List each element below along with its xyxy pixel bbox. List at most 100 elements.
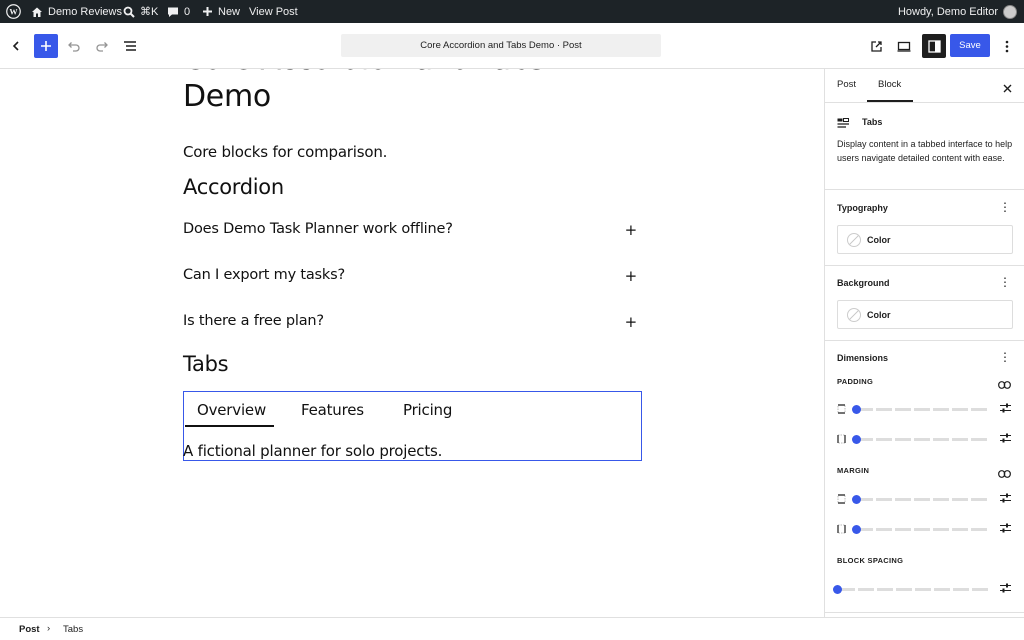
link-icon[interactable] (998, 376, 1011, 394)
block-description: Display content in a tabbed interface to… (837, 139, 1013, 163)
accordion-heading[interactable]: Accordion (183, 175, 284, 199)
tab-features[interactable]: Features (301, 401, 364, 419)
comments-link[interactable]: 0 (167, 0, 190, 23)
view-post-link[interactable]: View Post (249, 0, 298, 23)
breadcrumb: Post › Tabs (0, 617, 1024, 640)
settings-sidebar-toggle[interactable] (922, 34, 946, 58)
more-vertical-icon[interactable]: ⋮ (999, 201, 1011, 213)
active-tab-indicator (185, 425, 274, 427)
undo-button[interactable] (62, 34, 86, 58)
options-button[interactable] (995, 34, 1019, 58)
tune-icon[interactable] (1000, 583, 1011, 593)
preview-device-button[interactable] (892, 34, 916, 58)
margin-horizontal-control (837, 523, 1013, 535)
comment-icon (167, 6, 179, 18)
close-sidebar-button[interactable] (1003, 80, 1012, 98)
back-button[interactable] (4, 34, 28, 58)
margin-horizontal-slider[interactable] (852, 525, 861, 534)
new-label: New (218, 5, 241, 18)
tab-pricing[interactable]: Pricing (403, 401, 452, 419)
horizontal-sides-icon (837, 434, 846, 444)
greeting: Howdy, Demo Editor (897, 5, 998, 18)
link-icon[interactable] (998, 465, 1011, 483)
account-menu[interactable]: Howdy, Demo Editor (898, 0, 1017, 23)
color-label: Color (867, 234, 891, 245)
new-content-link[interactable]: New (202, 0, 240, 23)
view-post-label: View Post (249, 5, 298, 18)
sidebar-icon (927, 39, 941, 53)
close-icon (1003, 84, 1012, 93)
margin-vertical-control (837, 493, 1013, 505)
tab-panel-text[interactable]: A fictional planner for solo projects. (183, 442, 442, 460)
vertical-sides-icon (837, 494, 846, 504)
save-button[interactable]: Save (950, 34, 990, 57)
empty-swatch-icon (847, 232, 861, 247)
divider (825, 265, 1024, 266)
search-icon (123, 6, 135, 18)
add-block-button[interactable] (34, 34, 58, 58)
slider-track (857, 438, 990, 441)
padding-horizontal-slider[interactable] (852, 435, 861, 444)
plus-icon[interactable]: + (625, 221, 638, 239)
document-overview-button[interactable] (118, 34, 142, 58)
padding-label: PADDING (837, 377, 874, 386)
more-vertical-icon (1005, 40, 1009, 52)
redo-icon (96, 42, 108, 52)
accordion-question: Can I export my tasks? (183, 267, 345, 283)
avatar (1003, 4, 1017, 19)
back-icon (12, 41, 19, 51)
margin-label: MARGIN (837, 466, 870, 475)
document-bar[interactable]: Core Accordion and Tabs Demo · Post (341, 34, 661, 57)
background-heading: Background (837, 278, 890, 288)
accordion-item[interactable]: Can I export my tasks? + (183, 267, 642, 291)
divider (825, 340, 1024, 341)
accordion-item[interactable]: Does Demo Task Planner work offline? + (183, 221, 642, 245)
list-view-icon (124, 41, 136, 51)
block-spacing-slider[interactable] (833, 585, 842, 594)
plus-icon (41, 41, 51, 51)
tabs-block[interactable]: Overview Features Pricing A fictional pl… (183, 391, 642, 461)
settings-sidebar: Post Block Tabs Display content in a tab… (824, 69, 1024, 617)
accordion-item[interactable]: Is there a free plan? + (183, 313, 642, 337)
command-search[interactable]: ⌘K (123, 0, 158, 23)
tabs-heading[interactable]: Tabs (183, 352, 229, 376)
slider-track (839, 588, 990, 591)
intro-paragraph[interactable]: Core blocks for comparison. (183, 143, 387, 161)
divider (825, 189, 1024, 190)
breadcrumb-current[interactable]: Tabs (63, 624, 83, 635)
post-title[interactable]: Core Accordion and Tabs Demo (183, 69, 603, 115)
home-icon (31, 6, 43, 18)
plus-icon[interactable]: + (625, 267, 638, 285)
padding-horizontal-control (837, 433, 1013, 445)
tune-icon[interactable] (1000, 523, 1011, 533)
vertical-sides-icon (837, 404, 846, 414)
breadcrumb-root[interactable]: Post (19, 624, 40, 635)
tune-icon[interactable] (1000, 493, 1011, 503)
more-vertical-icon[interactable]: ⋮ (999, 276, 1011, 288)
tab-block[interactable]: Block (878, 79, 901, 90)
accordion-question: Does Demo Task Planner work offline? (183, 221, 453, 237)
plus-icon (202, 6, 213, 17)
typography-color-button[interactable]: Color (837, 225, 1013, 254)
tab-post[interactable]: Post (837, 79, 856, 90)
plus-icon[interactable]: + (625, 313, 638, 331)
tune-icon[interactable] (1000, 403, 1011, 413)
margin-vertical-slider[interactable] (852, 495, 861, 504)
slider-track (857, 528, 990, 531)
tab-overview[interactable]: Overview (197, 401, 266, 419)
document-title: Core Accordion and Tabs Demo · Post (420, 40, 582, 51)
dimensions-heading: Dimensions (837, 353, 889, 363)
tune-icon[interactable] (1000, 433, 1011, 443)
background-color-button[interactable]: Color (837, 300, 1013, 329)
redo-button[interactable] (90, 34, 114, 58)
view-post-button[interactable] (864, 34, 888, 58)
editor-toolbar: Core Accordion and Tabs Demo · Post Save (0, 23, 1024, 69)
site-name-link[interactable]: Demo Reviews (31, 0, 122, 23)
more-vertical-icon[interactable]: ⋮ (999, 351, 1011, 363)
typography-heading: Typography (837, 203, 888, 213)
site-name: Demo Reviews (48, 5, 122, 18)
block-spacing-label: BLOCK SPACING (837, 556, 904, 565)
padding-vertical-slider[interactable] (852, 405, 861, 414)
wordpress-logo-icon[interactable]: W (6, 0, 21, 23)
admin-bar: W Demo Reviews ⌘K 0 New View Post Howdy,… (0, 0, 1024, 23)
